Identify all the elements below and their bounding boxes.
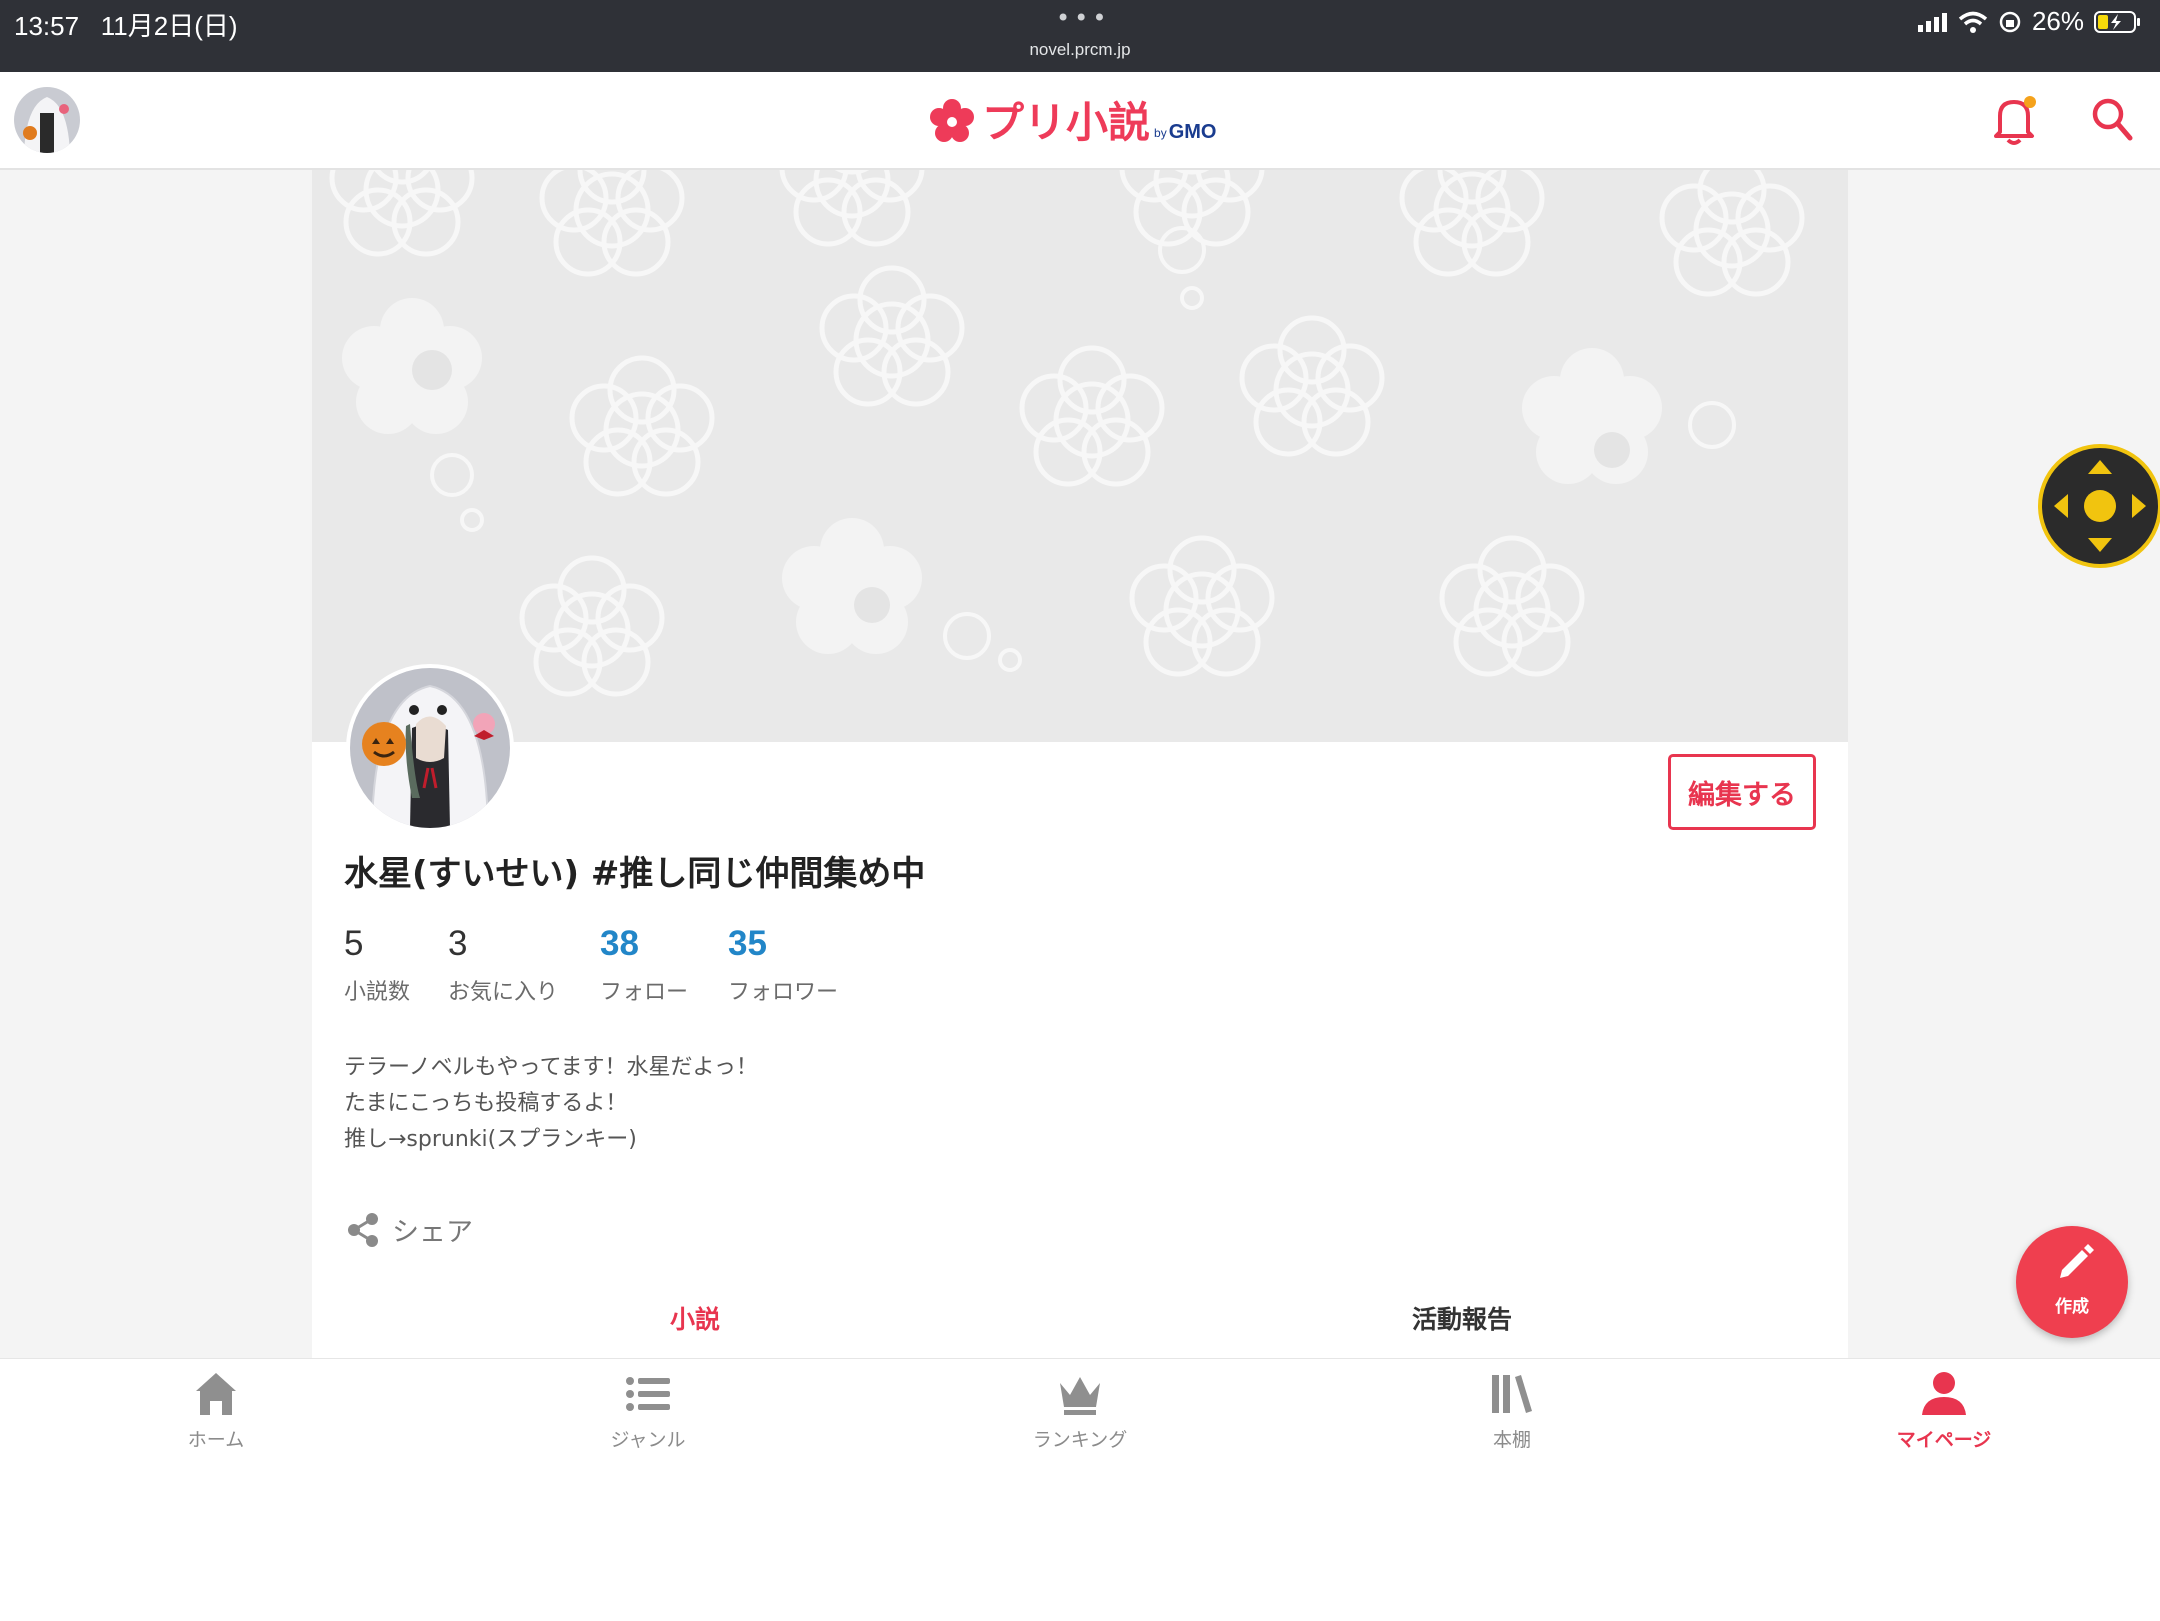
battery-icon xyxy=(2094,10,2140,33)
stat-favorites: 3 お気に入り xyxy=(448,922,558,1006)
status-date: 11月2日(日) xyxy=(100,11,238,41)
status-indicators: 26% xyxy=(1917,6,2142,37)
nav-label: ホーム xyxy=(187,1429,245,1451)
stat-followers[interactable]: 35 フォロワー xyxy=(728,922,838,1006)
status-time: 13:57 11月2日(日) xyxy=(14,11,238,41)
nav-genre[interactable]: ジャンル xyxy=(528,1359,768,1479)
stat-value: 35 xyxy=(728,924,767,963)
nav-label: ランキング xyxy=(1032,1429,1128,1451)
stat-label: フォロー xyxy=(600,980,689,1005)
more-dots-icon[interactable]: ••• xyxy=(1056,4,1110,32)
nav-bookshelf[interactable]: 本棚 xyxy=(1392,1359,1632,1479)
logo-gmo: GMO xyxy=(1168,121,1217,143)
stat-label: 小説数 xyxy=(344,980,411,1005)
search-icon xyxy=(2092,98,2133,141)
dpad-arrows-icon xyxy=(2054,460,2146,552)
bio-line: たまにこっちも投稿するよ！ xyxy=(344,1091,628,1116)
notification-dot xyxy=(2024,96,2036,108)
header-avatar[interactable] xyxy=(14,87,80,153)
app-header: プリ小説 by GMO xyxy=(0,72,2160,170)
url-label[interactable]: novel.prcm.jp xyxy=(0,40,2160,60)
flower-logo-icon xyxy=(930,99,974,142)
stat-label: フォロワー xyxy=(728,980,839,1005)
bookshelf-icon xyxy=(1492,1375,1532,1413)
nav-label: 本棚 xyxy=(1492,1429,1531,1451)
stat-novels: 5 小説数 xyxy=(344,922,410,1006)
stat-following[interactable]: 38 フォロー xyxy=(600,922,688,1006)
person-icon xyxy=(1922,1372,1966,1415)
share-label: シェア xyxy=(392,1217,473,1248)
edit-profile-button[interactable]: 編集する xyxy=(1668,754,1816,830)
list-icon xyxy=(626,1377,670,1411)
nav-home[interactable]: ホーム xyxy=(96,1359,336,1479)
nav-label: ジャンル xyxy=(610,1429,686,1451)
wifi-icon xyxy=(1958,11,1988,33)
create-label: 作成 xyxy=(2055,1297,2089,1317)
orientation-lock-icon xyxy=(1999,11,2021,32)
share-icon xyxy=(348,1212,378,1247)
profile-bio: テラーノベルもやってます！水星だよっ！ たまにこっちも投稿するよ！ 推し→spr… xyxy=(344,1050,758,1158)
user-name: 水星(すいせい) #推し同じ仲間集め中 xyxy=(344,854,926,894)
home-icon xyxy=(196,1373,236,1415)
dpad-control[interactable] xyxy=(2038,444,2160,568)
status-bar: 13:57 11月2日(日) ••• novel.prcm.jp 26% xyxy=(0,0,2160,72)
site-logo[interactable]: プリ小説 by GMO xyxy=(928,94,1216,148)
profile-avatar[interactable] xyxy=(346,664,514,832)
profile-panel: 編集する 水星(すいせい) #推し同じ仲間集め中 5 小説数 3 お気に入り 3… xyxy=(312,170,1848,1358)
signal-icon xyxy=(1917,12,1947,32)
bio-line: 推し→sprunki(スプランキー) xyxy=(344,1127,637,1152)
tab-novels[interactable]: 小説 xyxy=(670,1300,720,1336)
stat-label: お気に入り xyxy=(448,980,559,1005)
tab-activity-report[interactable]: 活動報告 xyxy=(1412,1300,1512,1336)
nav-mypage[interactable]: マイページ xyxy=(1824,1359,2064,1479)
bottom-nav: ホーム ジャンル ランキング 本棚 マイページ xyxy=(0,1358,2160,1621)
search-button[interactable] xyxy=(2090,96,2134,144)
cover-image xyxy=(312,170,1848,742)
logo-by: by xyxy=(1154,126,1167,140)
nav-ranking[interactable]: ランキング xyxy=(960,1359,1200,1479)
create-button[interactable]: 作成 xyxy=(2016,1226,2128,1338)
nav-label: マイページ xyxy=(1896,1429,1992,1451)
share-button[interactable]: シェア xyxy=(346,1210,473,1249)
pencil-icon xyxy=(2060,1244,2094,1278)
bio-line: テラーノベルもやってます！水星だよっ！ xyxy=(344,1055,758,1080)
battery-percent: 26% xyxy=(2031,6,2084,36)
crown-icon xyxy=(1060,1377,1100,1415)
notification-button[interactable] xyxy=(1992,94,2038,146)
stat-value: 38 xyxy=(600,924,639,963)
stat-value: 3 xyxy=(448,924,468,963)
logo-text: プリ小説 xyxy=(982,98,1151,147)
stat-value: 5 xyxy=(344,924,364,963)
